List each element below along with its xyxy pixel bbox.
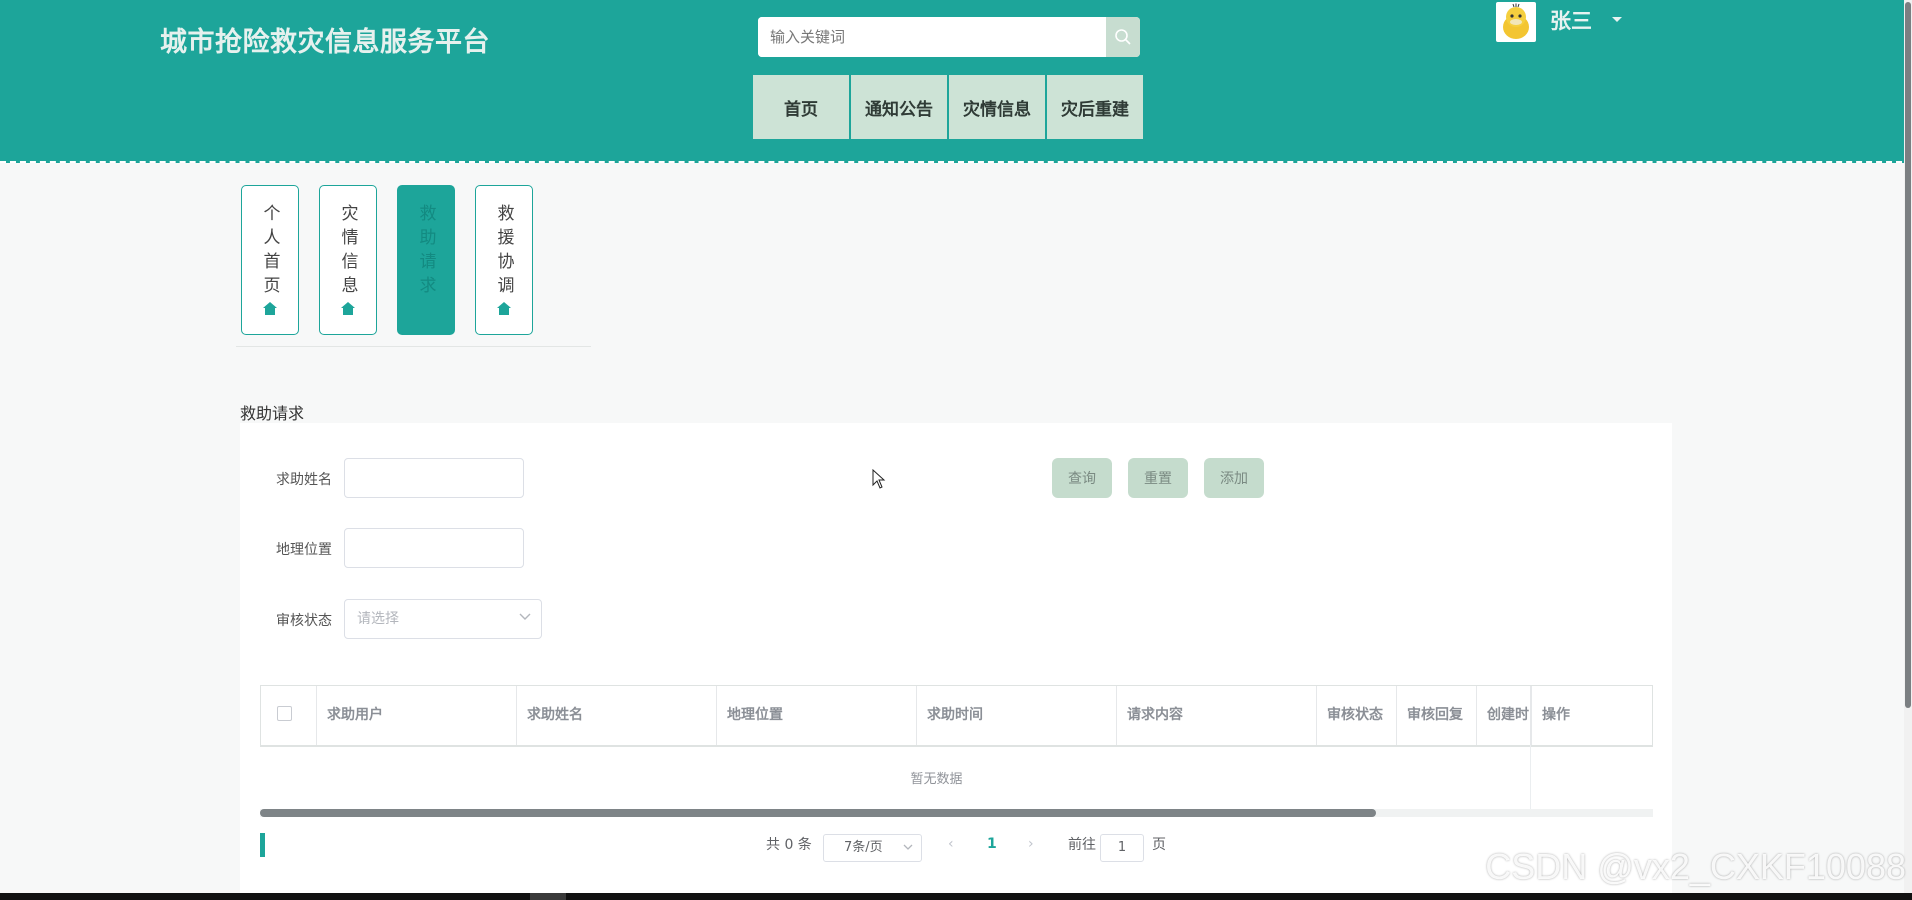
total-count: 共 0 条 (766, 837, 812, 853)
page-suffix: 页 (1152, 837, 1166, 853)
search-input[interactable] (758, 17, 1098, 57)
bottom-bar (0, 893, 1912, 900)
main-panel: 求助姓名 地理位置 审核状态 请选择 查询 重置 添加 求助用户 求助姓名 地理… (240, 423, 1672, 900)
empty-text: 暂无数据 (910, 772, 963, 787)
nav-disaster-info[interactable]: 灾情信息 (949, 75, 1045, 139)
home-icon (263, 302, 277, 315)
select-all-checkbox[interactable] (277, 706, 292, 721)
tabs-divider (236, 346, 591, 347)
chevron-down-icon (903, 844, 913, 850)
search-icon (1115, 29, 1131, 45)
select-all-cell (261, 686, 317, 745)
tab-label: 灾情信息 (337, 204, 358, 300)
avatar[interactable] (1496, 2, 1536, 42)
goto-label: 前往 (1068, 837, 1096, 853)
home-icon (497, 302, 511, 315)
column-header[interactable]: 请求内容 (1117, 686, 1317, 745)
user-menu[interactable]: 张三 (1496, 2, 1622, 42)
add-button[interactable]: 添加 (1204, 458, 1264, 498)
nav-notices[interactable]: 通知公告 (851, 75, 947, 139)
status-filter-label: 审核状态 (276, 613, 332, 629)
data-table: 求助用户 求助姓名 地理位置 求助时间 请求内容 审核状态 审核回复 创建时间 … (260, 685, 1653, 747)
tab-label: 个人首页 (259, 204, 280, 300)
column-header[interactable]: 求助时间 (917, 686, 1117, 745)
column-header[interactable]: 创建时间 (1477, 686, 1531, 745)
column-header[interactable]: 操作 (1531, 686, 1652, 745)
column-header[interactable]: 审核回复 (1397, 686, 1477, 745)
tab-help-request[interactable]: 救助请求 (397, 185, 455, 335)
current-page[interactable]: 1 (987, 836, 997, 852)
nav-home[interactable]: 首页 (753, 75, 849, 139)
goto-page-input[interactable]: 1 (1100, 834, 1144, 862)
name-filter-input[interactable] (344, 458, 524, 498)
query-button[interactable]: 查询 (1052, 458, 1112, 498)
tab-rescue-coordination[interactable]: 救援协调 (475, 185, 533, 335)
user-name[interactable]: 张三 (1550, 5, 1592, 35)
tab-label: 救助请求 (415, 204, 436, 300)
column-header[interactable]: 地理位置 (717, 686, 917, 745)
site-title[interactable]: 城市抢险救灾信息服务平台 (160, 20, 490, 59)
vertical-scrollbar-thumb[interactable] (1905, 2, 1911, 708)
status-select-placeholder: 请选择 (357, 611, 399, 627)
horizontal-scrollbar[interactable] (260, 809, 1653, 817)
tab-personal-home[interactable]: 个人首页 (241, 185, 299, 335)
duck-avatar-icon (1497, 3, 1535, 41)
location-filter-label: 地理位置 (276, 542, 332, 558)
scrollbar-thumb[interactable] (260, 809, 1376, 817)
top-header: 城市抢险救灾信息服务平台 首页 通知公告 灾情信息 灾后重建 (0, 0, 1912, 163)
prev-page-icon[interactable]: ‹ (948, 836, 954, 852)
search-button[interactable] (1106, 17, 1140, 57)
caret-down-icon[interactable] (1612, 16, 1622, 22)
mouse-cursor-icon (872, 469, 886, 489)
vertical-scrollbar[interactable] (1904, 0, 1912, 900)
fixed-column-edge (1530, 745, 1531, 815)
next-page-icon[interactable]: › (1028, 836, 1034, 852)
column-header[interactable]: 求助姓名 (517, 686, 717, 745)
accent-marker (260, 833, 265, 857)
tab-disaster-info[interactable]: 灾情信息 (319, 185, 377, 335)
nav-rebuild[interactable]: 灾后重建 (1047, 75, 1143, 139)
page-size-select[interactable]: 7条/页 (823, 834, 922, 862)
column-header[interactable]: 求助用户 (317, 686, 517, 745)
chevron-down-icon (519, 613, 531, 620)
location-filter-input[interactable] (344, 528, 524, 568)
search-box (758, 17, 1140, 57)
tab-label: 救援协调 (493, 204, 514, 300)
side-tabs: 个人首页 灾情信息 救助请求 救援协调 (241, 185, 533, 335)
status-filter-select[interactable]: 请选择 (344, 599, 542, 639)
name-filter-label: 求助姓名 (276, 472, 332, 488)
page-title: 救助请求 (240, 404, 305, 423)
reset-button[interactable]: 重置 (1128, 458, 1188, 498)
home-icon (341, 302, 355, 315)
watermark: CSDN @vx2_CXKF10088 (1485, 846, 1906, 887)
page-size-value: 7条/页 (844, 840, 883, 855)
column-header[interactable]: 审核状态 (1317, 686, 1397, 745)
bottom-bar-label (530, 893, 566, 900)
main-nav: 首页 通知公告 灾情信息 灾后重建 (753, 75, 1143, 139)
